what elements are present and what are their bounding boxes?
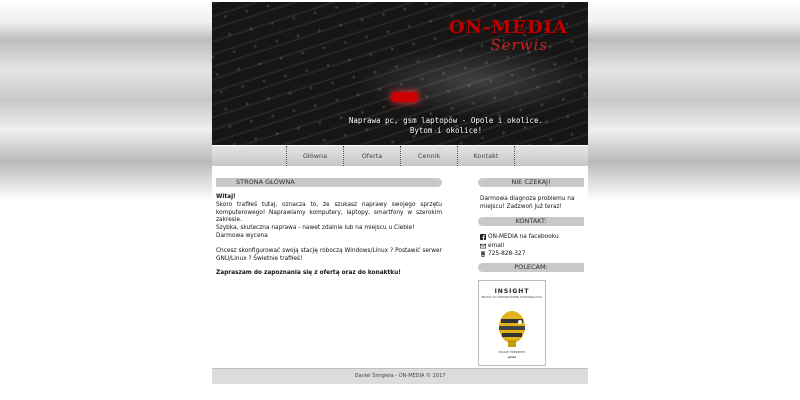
contact-email[interactable]: email [480, 242, 582, 251]
nav-item-glowna[interactable]: Główna [286, 146, 343, 166]
book-author: ZIGGIE PRESENTS [498, 349, 526, 354]
contact-title: KONTAKT: [478, 217, 584, 226]
config-paragraph: Chcesz skonfigurować swoją stację robocz… [216, 247, 442, 262]
header-tagline: Naprawa pc, gsm laptopów - Opole i okoli… [326, 116, 566, 136]
book-publisher: przer [507, 354, 517, 359]
header-banner: ON-MEDIA Serwis Naprawa pc, gsm laptopów… [212, 2, 588, 145]
intro-line-2: Szybka, skuteczna naprawa - nawet zdalni… [216, 225, 415, 232]
book-title: INSIGHT [494, 287, 530, 295]
logo-subtitle: Serwis [490, 36, 548, 54]
offer-text: Darmowa diagnoza problemu na miejscu! Za… [480, 196, 575, 210]
section-title: STRONA GŁÓWNA [216, 178, 442, 187]
book-subtitle: BRAMA DO WEWNĘTRZNEJ DOSKONAŁOŚCI [481, 294, 543, 299]
phone-icon [480, 251, 486, 258]
book-cover[interactable]: INSIGHT BRAMA DO WEWNĘTRZNEJ DOSKONAŁOŚC… [478, 279, 546, 366]
nav-item-cennik[interactable]: Cennik [400, 146, 457, 166]
red-key-highlight [392, 92, 418, 102]
content-body: Witaj! Skoro trafiłeś tutaj, oznacza to,… [216, 187, 442, 278]
email-link[interactable]: email [488, 242, 504, 251]
contact-list: ON-MEDIA na facebooku email 725-828-327 [478, 226, 584, 263]
tagline-line-2: Bytom i okolice! [409, 126, 483, 135]
envelope-icon [480, 243, 486, 249]
logo-title: ON-MEDIA [448, 17, 568, 38]
footer: Daniel Śmigiela - ON-MEDIA © 2017 [212, 368, 588, 384]
recommend-title: POLECAM: [478, 262, 584, 272]
contact-facebook[interactable]: ON-MEDIA na facebooku [480, 233, 582, 242]
intro-paragraph: Skoro trafiłeś tutaj, oznacza to, że szu… [216, 201, 442, 224]
main-navigation: Główna Oferta Cennik Kontakt [212, 146, 588, 166]
phone-number[interactable]: 725-828-327 [488, 250, 525, 259]
main-content: STRONA GŁÓWNA Witaj! Skoro trafiłeś tuta… [216, 178, 442, 278]
intro-line-3: Darmowa wycena [216, 232, 268, 239]
invitation-text: Zapraszam do zapoznania się z ofertą ora… [216, 270, 401, 277]
offer-title: NIE CZEKAJ! [478, 178, 584, 187]
nav-item-oferta[interactable]: Oferta [343, 146, 400, 166]
nav-item-kontakt[interactable]: Kontakt [457, 146, 515, 166]
sidebar: NIE CZEKAJ! Darmowa diagnoza problemu na… [478, 178, 584, 366]
page-container: ON-MEDIA Serwis Naprawa pc, gsm laptopów… [212, 0, 588, 400]
tagline-line-1: Naprawa pc, gsm laptopów - Opole i okoli… [348, 116, 544, 125]
facebook-icon [480, 234, 486, 241]
head-illustration-icon [499, 310, 525, 347]
facebook-link[interactable]: ON-MEDIA na facebooku [488, 233, 559, 242]
contact-phone[interactable]: 725-828-327 [480, 250, 582, 259]
greeting: Witaj! [216, 194, 236, 200]
